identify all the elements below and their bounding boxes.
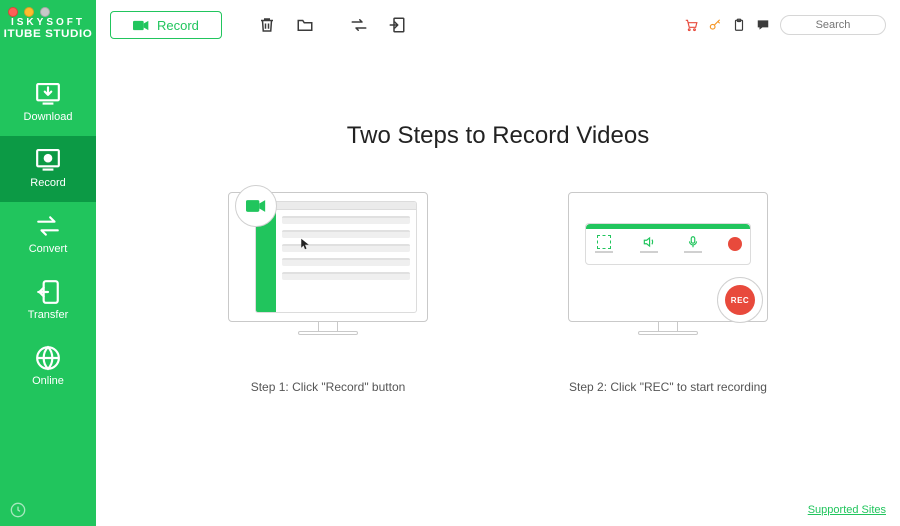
import-icon[interactable]: [388, 16, 406, 34]
toolbar-group-1: [258, 16, 314, 34]
record-bubble-icon: [235, 185, 277, 227]
app-logo: ISKYSOFT ITUBE STUDIO: [0, 17, 96, 52]
key-icon[interactable]: [708, 18, 722, 32]
history-icon[interactable]: [10, 502, 26, 518]
window-controls: [0, 0, 58, 17]
topbar: Record: [96, 0, 900, 50]
steps-row: Step 1: Click "Record" button: [218, 192, 778, 394]
step-2: REC Step 2: Click "REC" to start recordi…: [558, 192, 778, 394]
search-input[interactable]: [780, 15, 886, 35]
sidebar: ISKYSOFT ITUBE STUDIO Download Record: [0, 0, 96, 526]
window-minimize-button[interactable]: [24, 7, 34, 17]
refresh-icon[interactable]: [350, 16, 368, 34]
sidebar-item-transfer[interactable]: Transfer: [0, 268, 96, 334]
sidebar-item-label: Record: [30, 177, 65, 189]
sidebar-item-record[interactable]: Record: [0, 136, 96, 202]
step-1-illustration: [228, 192, 428, 352]
step-2-label: Step 2: Click "REC" to start recording: [569, 380, 767, 394]
sidebar-item-label: Transfer: [28, 309, 69, 321]
supported-sites-link[interactable]: Supported Sites: [808, 504, 886, 516]
rec-badge-text: REC: [725, 285, 755, 315]
content-area: Two Steps to Record Videos: [96, 50, 900, 526]
rec-bubble: REC: [717, 277, 763, 323]
download-icon: [35, 83, 61, 105]
camera-icon: [133, 20, 149, 31]
sidebar-item-label: Convert: [29, 243, 68, 255]
record-button-label: Record: [157, 18, 199, 33]
globe-icon: [35, 347, 61, 369]
window-close-button[interactable]: [8, 7, 18, 17]
cursor-icon: [300, 237, 310, 249]
sidebar-nav: Download Record Convert Transfer: [0, 70, 96, 400]
sidebar-item-label: Download: [24, 111, 73, 123]
toolbar-right: [684, 15, 886, 35]
sidebar-item-download[interactable]: Download: [0, 70, 96, 136]
window-maximize-button[interactable]: [40, 7, 50, 17]
chat-icon[interactable]: [756, 18, 770, 32]
clipboard-icon[interactable]: [732, 18, 746, 32]
record-icon: [35, 149, 61, 171]
folder-icon[interactable]: [296, 16, 314, 34]
trash-icon[interactable]: [258, 16, 276, 34]
step-1: Step 1: Click "Record" button: [218, 192, 438, 394]
convert-icon: [35, 215, 61, 237]
logo-bottom-text: ITUBE STUDIO: [1, 28, 94, 40]
transfer-icon: [35, 281, 61, 303]
logo-top-text: ISKYSOFT: [4, 17, 92, 28]
record-button[interactable]: Record: [110, 11, 222, 39]
page-title: Two Steps to Record Videos: [347, 122, 649, 150]
step-2-illustration: REC: [568, 192, 768, 352]
cart-icon[interactable]: [684, 18, 698, 32]
stop-dot-icon: [728, 237, 742, 251]
sidebar-item-label: Online: [32, 375, 64, 387]
sidebar-item-online[interactable]: Online: [0, 334, 96, 400]
step-1-label: Step 1: Click "Record" button: [251, 380, 406, 394]
sidebar-item-convert[interactable]: Convert: [0, 202, 96, 268]
toolbar-group-2: [350, 16, 406, 34]
main-area: Record: [96, 0, 900, 526]
